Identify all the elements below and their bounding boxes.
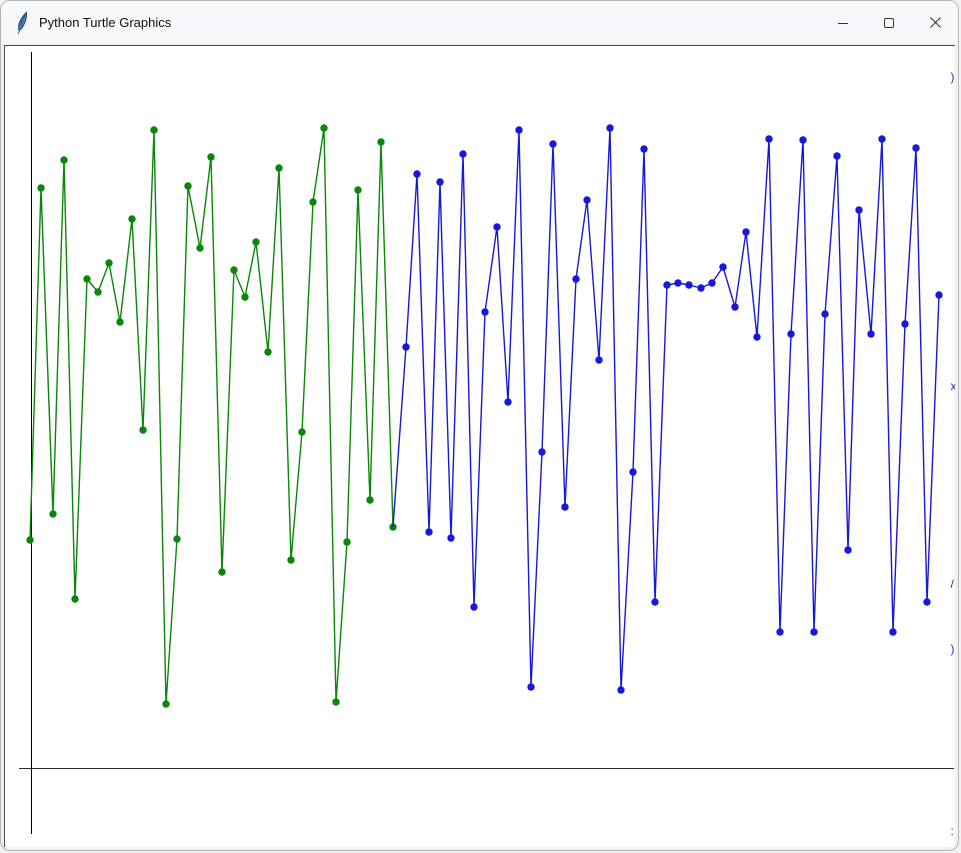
left-series-green-point [207,153,214,160]
left-series-green-point [287,556,294,563]
right-series-blue-point [561,503,568,510]
left-series-green-point [230,266,237,273]
left-series-green-point [343,538,350,545]
left-series-green-point [49,510,56,517]
left-series-green-point [252,238,259,245]
right-series-blue-point [504,398,511,405]
right-series-blue-point [821,310,828,317]
right-series-blue-point [901,320,908,327]
right-series-blue-point [867,330,874,337]
right-series-blue-point [776,628,783,635]
right-series-blue-point [606,124,613,131]
left-series-green-point [264,348,271,355]
left-series-green-point [196,244,203,251]
right-series-blue-point [935,291,942,298]
right-series-blue-point [425,528,432,535]
right-series-blue-point [470,603,477,610]
right-series-blue-point [629,468,636,475]
right-series-blue-point [663,281,670,288]
right-series-blue-point [583,196,590,203]
left-series-green-point [354,186,361,193]
maximize-icon [883,17,895,29]
right-series-blue-point [436,178,443,185]
left-series-green-point [71,595,78,602]
left-series-green-point [116,318,123,325]
right-series-blue-point [617,686,624,693]
turtle-plot: ) x /): [5,46,955,847]
titlebar[interactable]: Python Turtle Graphics [1,1,958,44]
left-series-green-point [332,698,339,705]
left-series-green-point [309,198,316,205]
left-series-green-point [320,124,327,131]
right-series-blue-point [549,140,556,147]
left-series-green-point [60,156,67,163]
tk-feather-icon [13,11,31,35]
right-series-blue-point [674,279,681,286]
turtle-canvas: ) x /): [4,45,955,847]
right-series-blue-point [651,598,658,605]
right-series-blue-point [493,223,500,230]
left-series-green-point [94,288,101,295]
left-series-green-point [173,535,180,542]
minimize-button[interactable] [820,1,866,44]
right-series-blue-point [855,206,862,213]
right-series-blue-point [799,136,806,143]
left-series-green-point [184,182,191,189]
left-series-green-point [128,215,135,222]
right-series-blue-point [447,534,454,541]
clipped-edge-glyph: ) [951,642,955,656]
right-series-blue-point [810,628,817,635]
right-series-blue-point [402,343,409,350]
right-series-blue-point [765,135,772,142]
left-series-green-point [150,126,157,133]
left-series-green-line [30,128,393,704]
left-series-green-point [26,536,33,543]
right-series-blue-point [912,144,919,151]
window-title: Python Turtle Graphics [39,15,171,30]
right-series-blue-point [889,628,896,635]
left-series-green-point [162,700,169,707]
right-series-blue-point [844,546,851,553]
right-series-blue-point [413,170,420,177]
right-series-blue-point [685,281,692,288]
right-series-blue-point [572,275,579,282]
right-series-blue-point [731,303,738,310]
right-series-blue-point [833,152,840,159]
right-series-blue-point [697,284,704,291]
maximize-button[interactable] [866,1,912,44]
right-series-blue-point [708,279,715,286]
left-series-green-point [298,428,305,435]
left-series-green-point [37,184,44,191]
close-icon [929,16,942,29]
left-series-green-point [139,426,146,433]
right-series-blue-point [753,333,760,340]
close-button[interactable] [912,1,958,44]
right-series-blue-point [527,683,534,690]
clipped-edge-glyph: : [951,824,954,838]
right-series-blue-point [878,135,885,142]
clipped-edge-glyph: / [951,577,955,591]
right-series-blue-point [515,126,522,133]
right-series-blue-point [719,263,726,270]
right-series-blue-point [787,330,794,337]
right-series-blue-point [742,228,749,235]
left-series-green-point [241,293,248,300]
right-series-blue-point [595,356,602,363]
left-series-green-point [275,164,282,171]
left-series-green-point [366,496,373,503]
left-series-green-point [377,138,384,145]
right-series-blue-point [640,145,647,152]
window-controls [820,1,958,44]
right-series-blue-point [538,448,545,455]
left-series-green-point [218,568,225,575]
left-series-green-point [83,275,90,282]
right-series-blue-point [923,598,930,605]
clipped-edge-glyph: x [951,379,956,393]
turtle-graphics-window: Python Turtle Graphics ) x /): [0,0,959,851]
minimize-icon [837,17,849,29]
clipped-edge-glyph: ) [951,70,955,84]
right-series-blue-point [481,308,488,315]
left-series-green-point [105,259,112,266]
right-series-blue-point [459,150,466,157]
